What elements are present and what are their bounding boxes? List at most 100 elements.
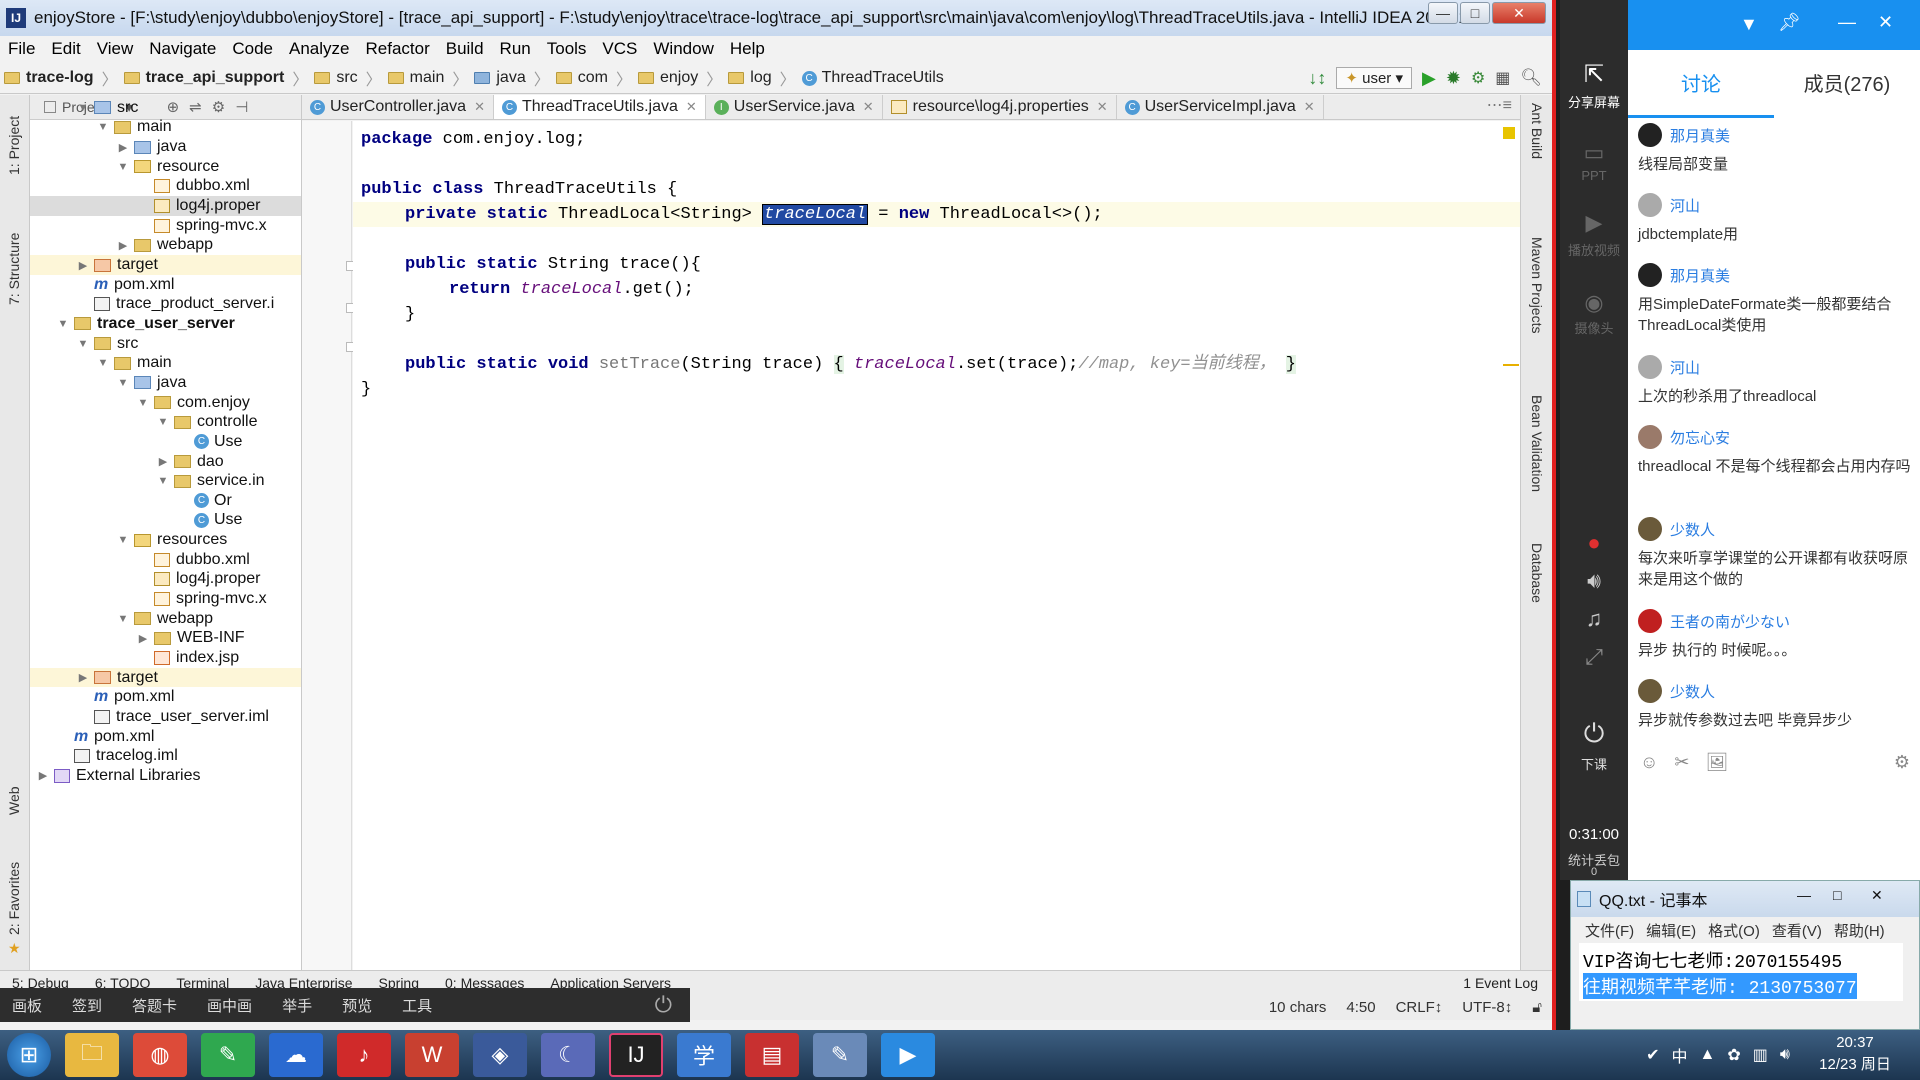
search-icon[interactable]: 🔍︎ [1520,68,1542,88]
chrome-icon[interactable]: ◍ [133,1033,187,1077]
tree-node[interactable]: m pom.xml [30,688,301,708]
overlay-pip[interactable]: 画中画 [195,995,270,1016]
tree-node[interactable]: ▼ java [30,373,301,393]
menu-navigate[interactable]: Navigate [141,39,224,59]
netease-music-icon[interactable]: ♪ [337,1033,391,1077]
close-tab-icon[interactable]: ✕ [686,99,697,115]
tree-node[interactable]: ▶ WEB-INF [30,629,301,649]
run-config-dropdown[interactable]: ✦ user ▾ [1336,67,1412,89]
tree-node[interactable]: ▼ trace_user_server [30,314,301,334]
tree-node[interactable]: ▶ target [30,667,301,688]
microphone-icon[interactable]: ● [1560,530,1628,556]
dropdown-icon[interactable]: ▼ [1740,14,1758,35]
avatar[interactable] [1638,517,1662,541]
scissors-icon[interactable]: ✂ [1674,752,1689,773]
tab-discussion[interactable]: 讨论 [1628,50,1774,118]
tree-node[interactable]: ▶ External Libraries [30,766,301,786]
tool-maven-projects[interactable]: Maven Projects [1529,237,1545,333]
tool-favorites[interactable]: 2: Favorites [6,862,22,935]
tab-list-icon[interactable]: ⋯≡ [1479,95,1520,119]
overlay-signin[interactable]: 签到 [60,995,120,1016]
expanded-arrow-icon[interactable]: ▼ [76,338,90,350]
expanded-arrow-icon[interactable]: ▼ [96,121,110,133]
tree-node[interactable]: dubbo.xml [30,550,301,570]
tray-expand-icon[interactable]: ▲ [1700,1046,1716,1064]
collapsed-arrow-icon[interactable]: ▶ [116,239,130,252]
tree-node[interactable]: m pom.xml [30,275,301,295]
expanded-arrow-icon[interactable]: ▼ [136,397,150,409]
coverage-icon[interactable]: ⚙ [1471,68,1485,88]
crumb-main[interactable]: main [384,69,451,87]
tree-node[interactable]: log4j.proper [30,570,301,590]
baidu-netdisk-icon[interactable]: ☁ [269,1033,323,1077]
overlay-tools[interactable]: 工具 [390,995,450,1016]
taskbar-clock[interactable]: 20:37 12/23 周日 [1810,1032,1900,1078]
tree-node[interactable]: ▶ webapp [30,236,301,256]
tree-node[interactable]: ▶ java [30,137,301,157]
avatar[interactable] [1638,425,1662,449]
lock-icon[interactable]: 🔓︎ [1522,999,1552,1016]
expanded-arrow-icon[interactable]: ▼ [156,475,170,487]
tool-database[interactable]: Database [1529,543,1545,603]
tree-node[interactable]: ▼ src [30,98,301,118]
tray-app-icon[interactable]: ✿ [1727,1045,1740,1065]
play-video-icon[interactable]: ▶ [1560,210,1628,236]
tool-ant-build[interactable]: Ant Build [1529,103,1545,159]
expanded-arrow-icon[interactable]: ▼ [156,416,170,428]
tree-node[interactable]: log4j.proper [30,196,301,216]
menu-code[interactable]: Code [224,39,281,59]
presentation-icon[interactable]: ▤ [745,1033,799,1077]
status-encoding[interactable]: UTF-8↕ [1452,999,1522,1016]
avatar[interactable] [1638,609,1662,633]
tree-node[interactable]: ▼ resources [30,530,301,550]
tree-node[interactable]: C Use [30,511,301,531]
settings-gear-icon[interactable]: ⚙ [1894,752,1910,773]
crumb-threadtraceutils[interactable]: C ThreadTraceUtils [798,69,950,87]
overlay-answer-card[interactable]: 答题卡 [120,995,195,1016]
tree-node[interactable]: trace_product_server.i [30,295,301,315]
chat-author[interactable]: 那月真美 [1670,125,1730,146]
chat-author[interactable]: 河山 [1670,357,1700,378]
crumb-enjoy[interactable]: enjoy [634,69,704,87]
tree-node[interactable]: ▼ webapp [30,609,301,629]
menu-vcs[interactable]: VCS [594,39,645,59]
menu-tools[interactable]: Tools [539,39,595,59]
tree-node[interactable]: ▶ target [30,255,301,275]
speaker-icon[interactable]: 🔊︎ [1560,568,1628,594]
tab-threadtraceutils[interactable]: C ThreadTraceUtils.java ✕ [493,95,706,119]
menu-window[interactable]: Window [645,39,721,59]
avatar[interactable] [1638,679,1662,703]
tree-node[interactable]: dubbo.xml [30,177,301,197]
menu-view[interactable]: View [89,39,142,59]
selected-identifier[interactable]: traceLocal [762,204,869,225]
tree-node[interactable]: index.jsp [30,648,301,668]
image-icon[interactable]: 🖼︎ [1705,752,1728,773]
classroom-app-icon[interactable]: 学 [677,1033,731,1077]
tree-node[interactable]: ▼ com.enjoy [30,393,301,413]
np-menu-file[interactable]: 文件(F) [1579,920,1640,941]
virtualbox-icon[interactable]: ◈ [473,1033,527,1077]
project-structure-icon[interactable]: ▦ [1495,68,1510,88]
expanded-arrow-icon[interactable]: ▼ [116,613,130,625]
pin-icon[interactable]: 📌︎ [1778,12,1801,33]
tree-node[interactable]: ▼ main [30,353,301,373]
close-tab-icon[interactable]: ✕ [1304,99,1315,115]
crumb-java[interactable]: java [470,69,531,87]
explorer-icon[interactable]: 🗀︎ [65,1033,119,1077]
crumb-trace-log[interactable]: trace-log [0,69,100,87]
overlay-raise-hand[interactable]: 举手 [270,995,330,1016]
np-menu-view[interactable]: 查看(V) [1766,920,1828,941]
expanded-arrow-icon[interactable]: ▼ [116,534,130,546]
maximize-icon[interactable]: □ [1833,887,1841,903]
crumb-com[interactable]: com [552,69,614,87]
notepad-task-icon[interactable]: ✎ [813,1033,867,1077]
tab-userserviceimpl[interactable]: C UserServiceImpl.java ✕ [1117,95,1324,119]
np-menu-help[interactable]: 帮助(H) [1828,920,1891,941]
expanded-arrow-icon[interactable]: ▼ [76,102,90,114]
notepad-text-area[interactable]: VIP咨询七七老师:2070155495 往期视频芊芊老师: 213075307… [1579,943,1903,1001]
minimize-icon[interactable]: — [1797,887,1811,903]
fullscreen-icon[interactable]: ⤢ [1560,644,1628,670]
tree-node[interactable]: ▼ controlle [30,412,301,432]
np-menu-edit[interactable]: 编辑(E) [1640,920,1702,941]
overlay-preview[interactable]: 预览 [330,995,390,1016]
